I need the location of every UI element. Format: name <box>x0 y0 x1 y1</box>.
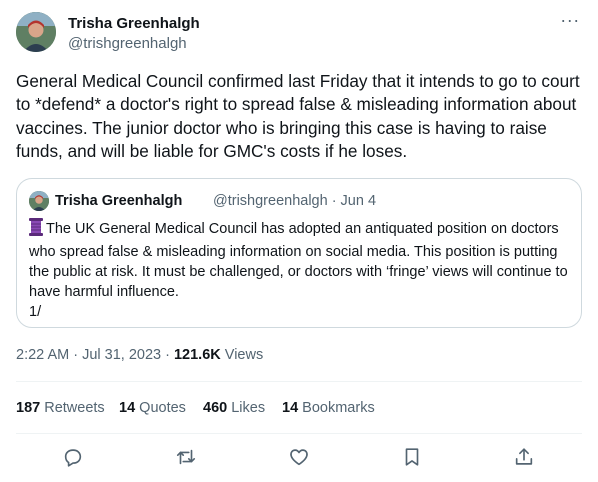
bookmarks-count: 14 <box>282 400 299 416</box>
author-info: Trisha Greenhalgh @trishgreenhalgh <box>68 14 200 54</box>
author-handle[interactable]: @trishgreenhalgh <box>68 34 200 54</box>
quoted-author-name: Trisha Greenhalgh <box>55 193 183 209</box>
action-bar <box>16 446 582 470</box>
likes-count: 460 <box>203 400 228 416</box>
reply-icon[interactable] <box>62 446 86 470</box>
divider <box>16 381 582 382</box>
author-avatar[interactable] <box>16 12 56 52</box>
quoted-tweet-text: The UK General Medical Council has adopt… <box>29 218 569 322</box>
divider <box>16 433 582 434</box>
quotes-count: 14 <box>119 400 136 416</box>
tweet-meta: 2:22 AM · Jul 31, 2023 · 121.6K Views <box>16 345 263 365</box>
retweets-label: Retweets <box>44 400 105 416</box>
retweet-icon[interactable] <box>175 446 199 470</box>
quoted-tweet-body: The UK General Medical Council has adopt… <box>29 221 568 300</box>
quoted-author-meta: @trishgreenhalgh · Jun 4 <box>213 193 377 209</box>
likes-label: Likes <box>231 400 266 416</box>
more-options-icon[interactable]: ··· <box>558 11 582 32</box>
retweets-stat[interactable]: 187 Retweets <box>16 398 105 418</box>
share-icon[interactable] <box>513 446 537 470</box>
timestamp[interactable]: 2:22 AM · Jul 31, 2023 · <box>16 347 174 363</box>
like-icon[interactable] <box>288 446 312 470</box>
views-label: Views <box>220 347 264 363</box>
bookmarks-stat[interactable]: 14 Bookmarks <box>282 398 375 418</box>
quotes-stat[interactable]: 14 Quotes <box>119 398 186 418</box>
likes-stat[interactable]: 460 Likes <box>203 398 265 418</box>
author-name[interactable]: Trisha Greenhalgh <box>68 14 200 34</box>
tweet-text: General Medical Council confirmed last F… <box>16 71 580 162</box>
views-count: 121.6K <box>173 347 221 363</box>
quoted-tweet[interactable]: Trisha Greenhalgh @trishgreenhalgh · Jun… <box>16 178 582 328</box>
spool-of-thread-icon <box>29 218 43 242</box>
bookmark-icon[interactable] <box>401 446 425 470</box>
tweet-header: Trisha Greenhalgh @trishgreenhalgh ··· <box>16 11 582 56</box>
retweets-count: 187 <box>16 400 41 416</box>
quoted-author-avatar <box>29 191 49 211</box>
quotes-label: Quotes <box>139 400 186 416</box>
thread-counter: 1/ <box>29 304 42 320</box>
bookmarks-label: Bookmarks <box>302 400 375 416</box>
